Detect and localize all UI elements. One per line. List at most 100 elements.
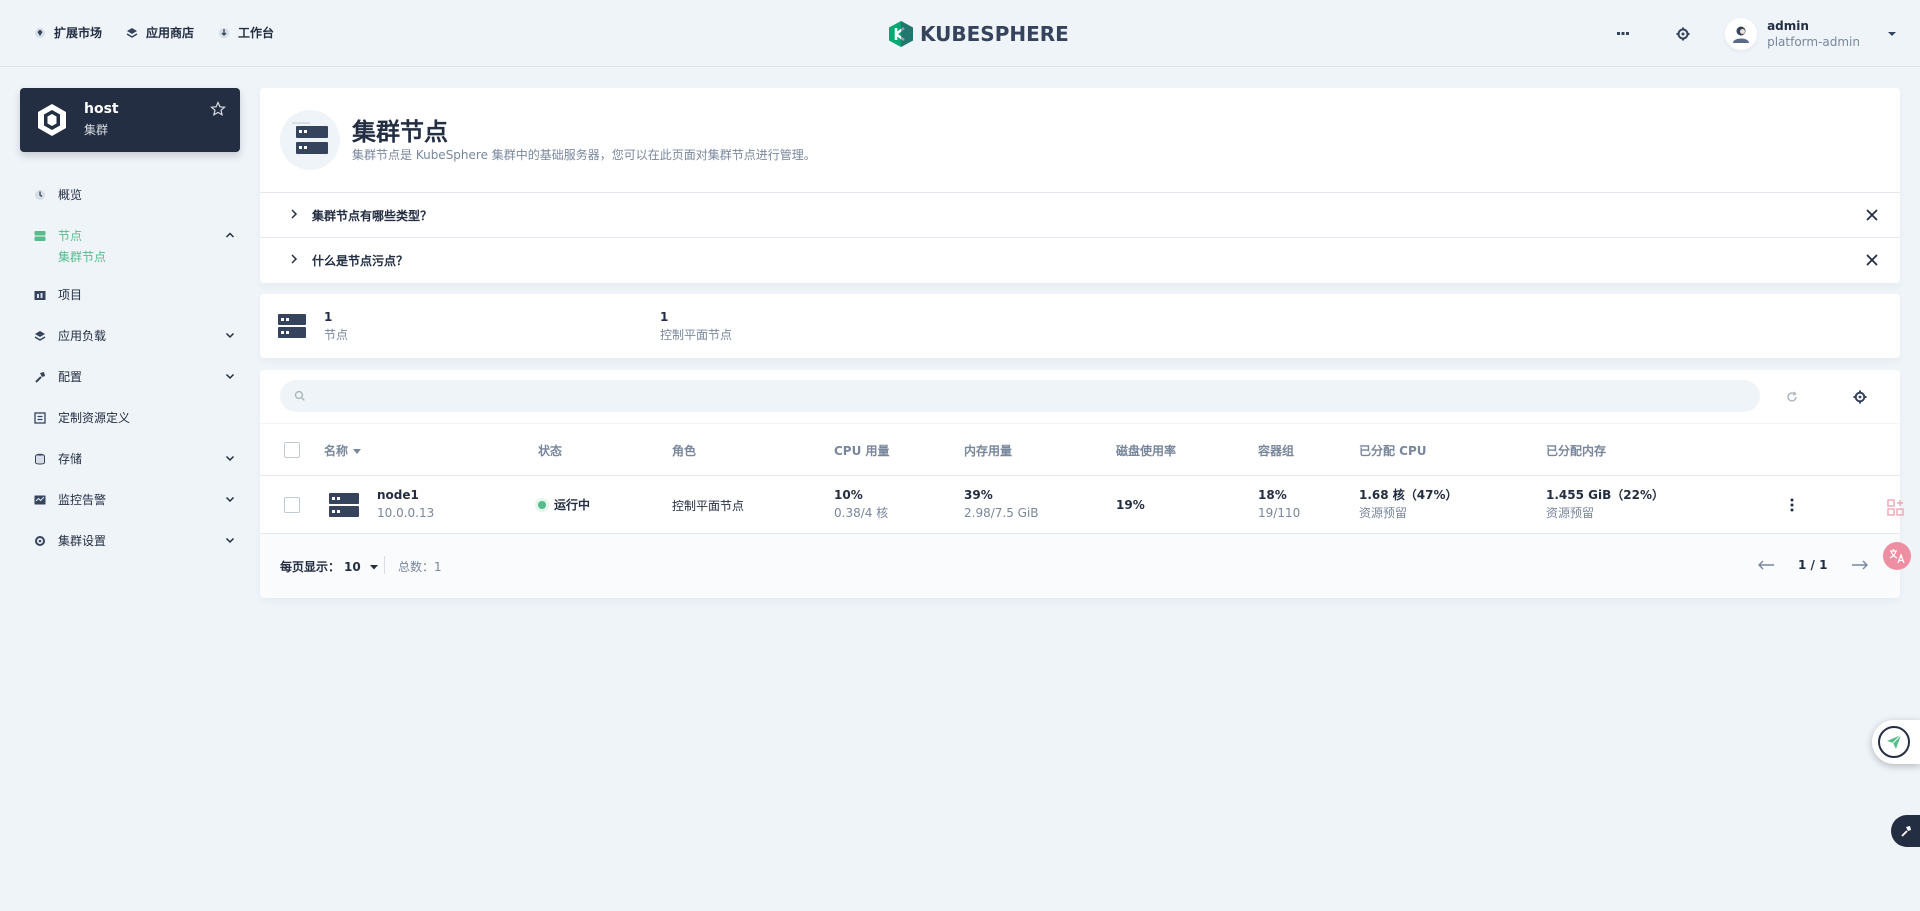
prev-page-button[interactable] — [1756, 556, 1776, 574]
app-store-icon — [126, 27, 138, 39]
app-store-link[interactable]: 应用商店 — [126, 24, 194, 41]
row-checkbox[interactable] — [284, 497, 300, 513]
nodes-icon — [34, 230, 46, 242]
cpu-usage-cell: 10% 0.38/4 核 — [834, 488, 889, 520]
gear-icon — [1676, 27, 1690, 41]
sidebar-item-nodes[interactable]: 节点 — [20, 215, 240, 256]
cluster-settings-icon — [34, 535, 46, 547]
workbench-link[interactable]: 工作台 — [218, 24, 274, 41]
gear-icon — [1853, 390, 1867, 404]
stat-control-plane-nodes: 1 控制平面节点 — [660, 310, 733, 342]
column-memory-usage: 内存用量 — [964, 444, 1013, 458]
table-settings-button[interactable] — [1848, 385, 1872, 409]
add-widget-button[interactable] — [1882, 494, 1910, 522]
node-name-cell[interactable]: node1 10.0.0.13 — [377, 486, 434, 522]
total-count: 总数：1 — [398, 560, 442, 574]
sidebar-item-app-workloads[interactable]: 应用负载 — [20, 315, 240, 356]
server-icon — [278, 314, 306, 338]
star-icon[interactable] — [210, 101, 226, 117]
toolbox-button[interactable] — [1891, 815, 1920, 847]
search-input[interactable] — [313, 389, 1760, 403]
caret-down-icon — [369, 564, 378, 569]
nodes-table: 名称 状态 角色 CPU 用量 内存用量 磁盘使用率 容器组 已分配 CPU 已… — [260, 370, 1900, 598]
close-icon[interactable] — [1864, 207, 1880, 223]
chevron-up-icon — [225, 232, 235, 238]
page-indicator: 1 / 1 — [1798, 558, 1828, 572]
user-avatar-icon — [1733, 26, 1750, 43]
cluster-name: host — [84, 101, 119, 117]
sidebar-item-projects[interactable]: 项目 — [20, 274, 240, 315]
settings-button[interactable] — [1665, 16, 1701, 52]
kubesphere-logo[interactable]: KUBESPHERE — [888, 20, 1069, 48]
role-cell: 控制平面节点 — [672, 499, 745, 513]
search-box[interactable] — [280, 380, 1760, 412]
crd-icon — [34, 411, 46, 424]
cluster-icon — [38, 104, 66, 136]
next-page-button[interactable] — [1850, 556, 1870, 574]
apps-grid-button[interactable] — [1605, 16, 1641, 52]
cluster-card[interactable]: host 集群 — [20, 88, 240, 152]
column-cpu-usage: CPU 用量 — [834, 444, 890, 458]
table-toolbar — [260, 370, 1900, 424]
node-ip: 10.0.0.13 — [377, 506, 435, 520]
page-header-icon — [280, 110, 340, 170]
top-right-tools: admin platform-admin — [1605, 16, 1898, 52]
avatar — [1725, 18, 1758, 50]
add-grid-icon — [1887, 499, 1904, 516]
column-name[interactable]: 名称 — [324, 442, 362, 459]
caret-down-icon — [1888, 32, 1896, 36]
select-all-checkbox[interactable] — [284, 442, 300, 458]
chevron-down-icon — [225, 496, 235, 503]
refresh-icon — [1787, 391, 1797, 402]
server-icon — [292, 122, 328, 154]
extension-market-link[interactable]: 扩展市场 — [34, 24, 102, 41]
status-badge: 运行中 — [554, 498, 591, 512]
disk-usage-cell: 19% — [1116, 498, 1145, 512]
close-icon[interactable] — [1864, 252, 1880, 268]
column-pods: 容器组 — [1258, 444, 1295, 458]
top-bar: 扩展市场 应用商店 工作台 KUBESPHERE admin platform-… — [0, 0, 1920, 67]
sidebar-item-storage[interactable]: 存储 — [20, 438, 240, 479]
logo-text: KUBESPHERE — [920, 22, 1069, 46]
arrow-left-icon — [1758, 560, 1774, 570]
sidebar-item-crd[interactable]: 定制资源定义 — [20, 397, 240, 438]
per-page-select[interactable]: 每页显示： 10 — [280, 558, 379, 575]
page-header: 集群节点 集群节点是 KubeSphere 集群中的基础服务器，您可以在此页面对… — [260, 88, 1900, 192]
user-menu[interactable]: admin platform-admin — [1725, 18, 1898, 50]
workbench-icon — [218, 27, 230, 39]
allocated-memory-cell: 1.455 GiB（22%） 资源预留 — [1546, 488, 1664, 520]
row-more-button[interactable] — [1782, 495, 1802, 515]
server-icon — [329, 493, 359, 517]
column-allocated-cpu: 已分配 CPU — [1359, 444, 1427, 458]
memory-usage-cell: 39% 2.98/7.5 GiB — [964, 488, 1039, 520]
node-name[interactable]: node1 — [377, 486, 434, 504]
chevron-down-icon — [225, 537, 235, 544]
top-nav: 扩展市场 应用商店 工作台 — [34, 24, 274, 41]
sidebar-item-cluster-settings[interactable]: 集群设置 — [20, 520, 240, 561]
translate-button[interactable] — [1883, 542, 1911, 570]
sidebar-item-monitoring[interactable]: 监控告警 — [20, 479, 240, 520]
table-row[interactable]: node1 10.0.0.13 运行中 控制平面节点 10% 0.38/4 核 … — [260, 476, 1900, 534]
more-vertical-icon — [1790, 498, 1794, 512]
monitoring-icon — [34, 494, 46, 506]
column-role: 角色 — [672, 444, 697, 458]
grid-dots-icon — [1617, 32, 1630, 35]
assistant-icon — [1878, 726, 1910, 758]
refresh-button[interactable] — [1780, 385, 1804, 409]
tip-node-taints[interactable]: 什么是节点污点？ — [260, 237, 1900, 283]
sidebar-item-config[interactable]: 配置 — [20, 356, 240, 397]
tip-node-types[interactable]: 集群节点有哪些类型？ — [260, 192, 1900, 237]
search-icon — [294, 390, 305, 401]
sidebar-item-overview[interactable]: 概览 — [20, 174, 240, 215]
status-cell: 运行中 — [538, 496, 590, 514]
user-role: platform-admin — [1767, 35, 1860, 49]
chevron-right-icon — [291, 209, 298, 219]
sidebar: 概览 节点 集群节点 项目 应用负载 配置 定制资源定义 存储 监控告警 集群设… — [20, 174, 240, 561]
node-stats: 1 节点 1 控制平面节点 — [260, 294, 1900, 358]
overview-icon — [34, 189, 46, 201]
user-name: admin — [1767, 19, 1809, 33]
hammer-icon — [1900, 826, 1911, 837]
project-icon — [34, 289, 46, 301]
assistant-widget[interactable] — [1872, 720, 1920, 764]
page-title: 集群节点 — [352, 118, 448, 146]
